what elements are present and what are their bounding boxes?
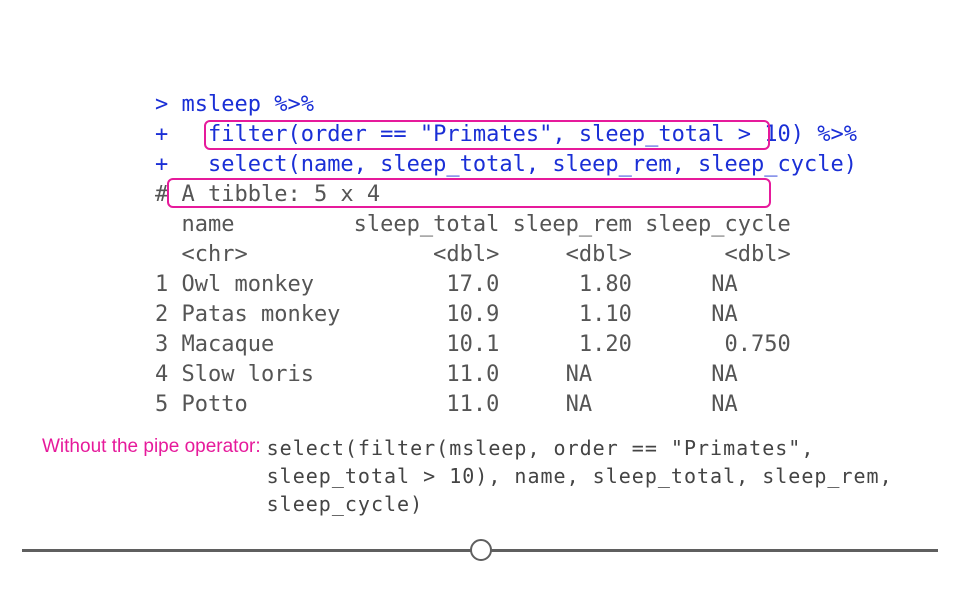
note-label: Without the pipe operator: <box>42 434 267 458</box>
prompt-cont: + <box>155 152 208 177</box>
note-code-line: sleep_total > 10), name, sleep_total, sl… <box>267 464 893 488</box>
prompt: > <box>155 92 182 117</box>
note-code: select(filter(msleep, order == "Primates… <box>267 434 893 518</box>
highlight-select-call <box>204 120 770 150</box>
table-row: 1 Owl monkey 17.0 1.80 NA <box>155 272 791 297</box>
highlight-column-header <box>167 178 771 208</box>
code-line-3: select(name, sleep_total, sleep_rem, sle… <box>208 152 857 177</box>
footnote: Without the pipe operator:select(filter(… <box>42 434 922 518</box>
slide: > msleep %>% + filter(order == "Primates… <box>0 0 960 600</box>
table-header-names: name sleep_total sleep_rem sleep_cycle <box>155 212 791 237</box>
note-code-line: sleep_cycle) <box>267 492 424 516</box>
prompt-cont: + <box>155 122 208 147</box>
r-console-output: > msleep %>% + filter(order == "Primates… <box>155 60 857 420</box>
table-row: 2 Patas monkey 10.9 1.10 NA <box>155 302 791 327</box>
table-header-types: <chr> <dbl> <dbl> <dbl> <box>155 242 791 267</box>
progress-divider <box>22 538 938 562</box>
table-row: 3 Macaque 10.1 1.20 0.750 <box>155 332 791 357</box>
note-code-line: select(filter(msleep, order == "Primates… <box>267 436 815 460</box>
code-line-1: msleep %>% <box>182 92 314 117</box>
table-row: 4 Slow loris 11.0 NA NA <box>155 362 791 387</box>
divider-marker <box>470 539 492 561</box>
table-row: 5 Potto 11.0 NA NA <box>155 392 791 417</box>
